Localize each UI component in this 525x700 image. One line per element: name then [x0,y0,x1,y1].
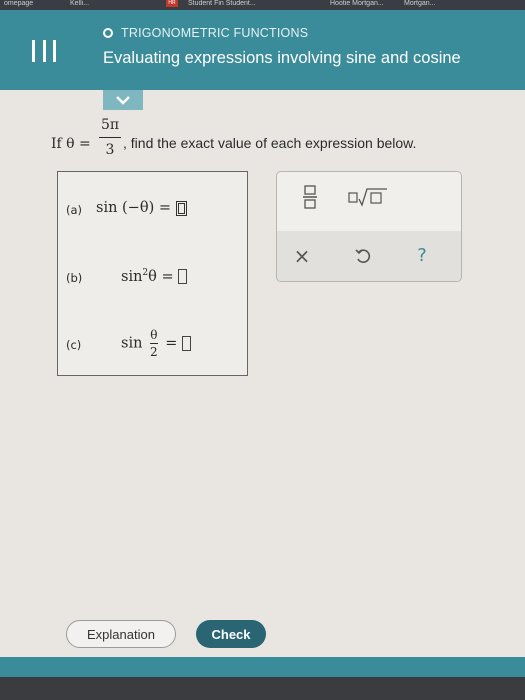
fraction-button[interactable] [302,185,318,209]
browser-tab[interactable]: Student Fin Student... [188,0,256,8]
device-bezel [0,677,525,700]
theta-fraction: 5π 3 [99,116,121,159]
topic-label: TRIGONOMETRIC FUNCTIONS [121,26,309,40]
part-a-expression: sin (−θ) = [96,200,187,216]
part-label: (a) [66,203,83,217]
part-label: (b) [66,271,83,285]
part-b-suffix: θ = [148,268,174,285]
problem-if: If θ = [51,136,91,152]
problem-statement: If θ = 5π 3 , find the exact value of ea… [51,116,491,166]
part-label: (c) [66,338,82,352]
theta-numerator: 5π [100,117,120,133]
browser-tab-badge: HR [166,0,178,7]
math-keypad: × ? [276,171,462,282]
part-c-numerator: θ [150,328,158,342]
sqrt-icon [348,188,387,207]
part-a-expr-text: sin (−θ) = [96,200,171,216]
clear-button[interactable]: × [292,244,312,268]
undo-icon [355,249,371,263]
fraction-icon [303,185,317,209]
browser-tab-strip: omepage Kelli... HR Student Fin Student.… [0,0,525,10]
theta-denominator: 3 [105,142,115,158]
page-title: Evaluating expressions involving sine an… [103,49,461,67]
topic-row: TRIGONOMETRIC FUNCTIONS [103,26,308,40]
check-button[interactable]: Check [196,620,266,648]
part-c-denominator: 2 [150,345,158,359]
menu-icon[interactable] [32,40,56,62]
collapse-chevron-button[interactable] [103,90,143,110]
answer-panel: (a) sin (−θ) = (b) sin2θ = (c) sin θ 2 = [57,171,248,376]
footer-band [0,657,525,677]
clear-x-icon: × [293,244,311,268]
help-button[interactable]: ? [412,244,432,266]
part-c-sin: sin [121,335,143,352]
part-c-suffix: = [165,335,178,352]
problem-instruction: , find the exact value of each expressio… [123,135,417,151]
chevron-down-icon [116,96,130,105]
explanation-button[interactable]: Explanation [66,620,176,648]
undo-button[interactable] [353,246,373,266]
part-c-expression: sin θ 2 = [121,328,192,359]
nth-root-button[interactable] [348,187,388,207]
answer-input-b[interactable] [178,269,188,285]
progress-circle-icon [103,28,113,38]
browser-tab[interactable]: Hootie Mortgan... [330,0,384,8]
browser-tab[interactable]: Mortgan... [404,0,436,8]
help-icon: ? [417,244,427,266]
part-c-fraction: θ 2 [150,328,158,359]
answer-input-a[interactable] [175,200,187,216]
answer-input-c[interactable] [182,336,192,351]
browser-tab[interactable]: Kelli... [70,0,89,8]
browser-tab[interactable]: omepage [4,0,33,8]
part-b-sin: sin [121,268,143,285]
topic-header: TRIGONOMETRIC FUNCTIONS Evaluating expre… [0,10,525,90]
part-b-expression: sin2θ = [121,268,188,285]
